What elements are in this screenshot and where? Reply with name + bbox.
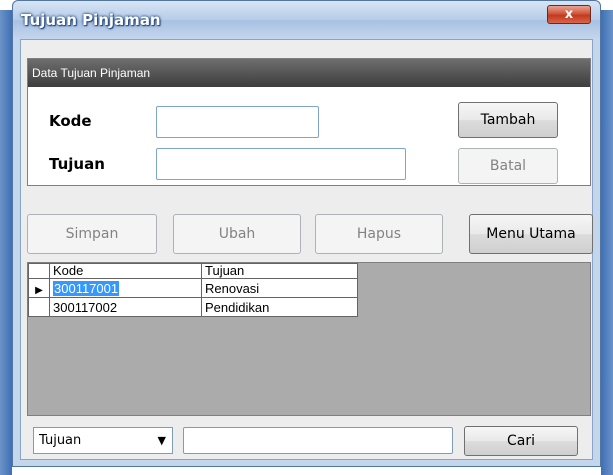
window-frame-left <box>0 10 12 475</box>
tujuan-input[interactable] <box>156 148 406 180</box>
chevron-down-icon[interactable]: ▼ <box>158 434 166 447</box>
window-title: Tujuan Pinjaman <box>21 11 161 29</box>
selected-cell-text: 300117001 <box>53 280 120 296</box>
dialog-window: Tujuan Pinjaman x Data Tujuan Pinjaman K… <box>12 0 601 467</box>
row-header-corner <box>28 263 50 279</box>
cell-tujuan[interactable]: Pendidikan <box>201 297 358 317</box>
menu-utama-button[interactable]: Menu Utama <box>469 214 593 254</box>
ubah-button[interactable]: Ubah <box>173 214 301 254</box>
batal-button[interactable]: Batal <box>458 148 558 184</box>
cell-kode[interactable]: 300117002 <box>49 297 202 317</box>
cari-button[interactable]: Cari <box>464 426 578 456</box>
data-grid[interactable]: Kode Tujuan ▶ 300117001 Renovasi 3001170… <box>27 262 591 416</box>
table-row[interactable]: ▶ 300117001 Renovasi <box>28 278 358 298</box>
client-area: Data Tujuan Pinjaman Kode Tujuan Tambah … <box>20 39 593 460</box>
close-button[interactable]: x <box>547 5 591 24</box>
data-group-panel: Data Tujuan Pinjaman Kode Tujuan Tambah … <box>27 58 591 186</box>
row-header-cell[interactable] <box>28 297 50 317</box>
window-frame-right <box>601 10 613 475</box>
search-input[interactable] <box>183 427 453 454</box>
kode-label: Kode <box>49 112 92 130</box>
title-bar[interactable]: Tujuan Pinjaman x <box>13 1 600 39</box>
tujuan-label: Tujuan <box>49 155 105 173</box>
search-field-select[interactable]: Tujuan ▼ <box>33 427 173 454</box>
kode-input[interactable] <box>156 106 319 138</box>
grid-header-row: Kode Tujuan <box>28 263 358 279</box>
hapus-button[interactable]: Hapus <box>315 214 443 254</box>
group-header: Data Tujuan Pinjaman <box>28 59 590 87</box>
cell-tujuan[interactable]: Renovasi <box>201 278 358 298</box>
close-icon: x <box>564 7 574 22</box>
tambah-button[interactable]: Tambah <box>458 102 558 138</box>
column-header-tujuan[interactable]: Tujuan <box>201 263 358 279</box>
table-row[interactable]: 300117002 Pendidikan <box>28 297 358 317</box>
search-field-value: Tujuan <box>39 433 82 448</box>
row-pointer-cell[interactable]: ▶ <box>28 278 50 298</box>
column-header-kode[interactable]: Kode <box>49 263 202 279</box>
simpan-button[interactable]: Simpan <box>27 214 157 254</box>
cell-kode[interactable]: 300117001 <box>49 278 202 298</box>
triangle-right-icon: ▶ <box>35 284 43 296</box>
grid-table: Kode Tujuan ▶ 300117001 Renovasi 3001170… <box>28 263 358 317</box>
